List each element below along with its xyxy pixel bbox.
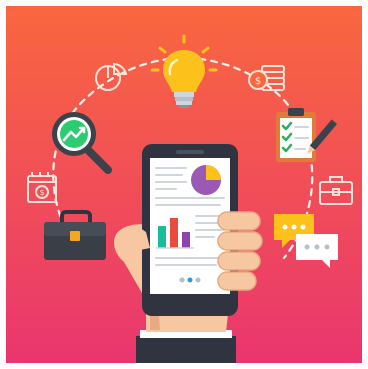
page-dot	[187, 277, 193, 283]
illustration: $ $	[0, 0, 368, 369]
illustration-canvas: $ $	[6, 6, 362, 363]
sleeve	[136, 336, 236, 363]
svg-text:$: $	[255, 76, 261, 87]
screen-bar	[158, 226, 166, 248]
screen-page-dots	[179, 277, 201, 283]
screen-bar	[170, 218, 178, 248]
page-dot	[179, 277, 185, 283]
svg-text:$: $	[39, 188, 44, 197]
page-dot	[195, 277, 201, 283]
screen-bar	[182, 232, 190, 248]
